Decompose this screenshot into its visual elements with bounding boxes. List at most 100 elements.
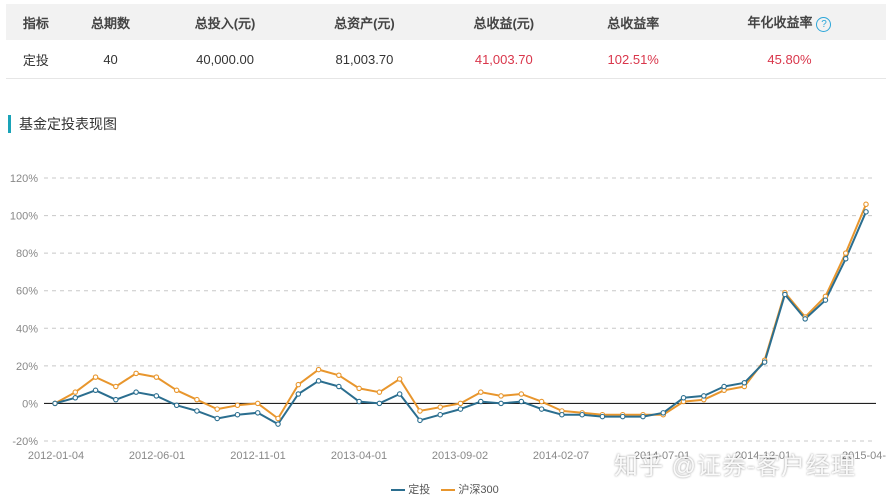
summary-data-row: 定投 40 40,000.00 81,003.70 41,003.70 102.… [6,40,886,79]
data-point-dingtou [701,393,707,399]
data-point-hs300 [478,389,484,395]
data-point-dingtou [417,417,423,424]
data-point-dingtou [478,398,484,405]
legend-item-dingtou[interactable]: 定投 [391,481,430,497]
data-point-hs300 [133,370,139,377]
performance-chart: -20% 0% 20% 40% 60% 80% 100% 120% 2012-01-04 201… [10,173,886,462]
data-point-hs300 [92,374,99,380]
data-point-hs300 [538,398,545,405]
data-point-dingtou [194,408,200,414]
header-total-assets: 总资产(元) [294,4,435,40]
header-total-input: 总投入(元) [155,4,295,40]
y-tick-label: 120% [10,173,38,185]
legend-label-hs300: 沪深300 [458,484,499,496]
data-point-dingtou [133,389,139,395]
cell-total-assets: 81,003.70 [294,40,435,79]
data-point-hs300 [356,385,362,392]
data-point-hs300 [275,415,281,422]
data-point-dingtou [356,398,362,405]
data-point-dingtou [255,410,261,416]
data-point-dingtou [842,256,849,262]
summary-header-row: 指标 总期数 总投入(元) 总资产(元) 总收益(元) 总收益率 年化收益率? [6,4,886,40]
data-point-dingtou [518,398,525,405]
data-point-dingtou [376,400,383,407]
y-tick-label: 40% [16,323,38,335]
data-point-hs300 [842,250,849,256]
data-point-hs300 [214,406,220,412]
cell-total-return: 102.51% [573,40,693,79]
data-point-hs300 [498,393,504,399]
legend-item-hs300[interactable]: 沪深300 [441,481,499,497]
data-point-dingtou [741,380,748,386]
data-point-dingtou [457,406,464,412]
legend-swatch-dingtou [391,489,406,492]
x-tick-label: 2012-11-01 [230,450,285,462]
data-point-dingtou [315,378,322,384]
data-point-hs300 [234,402,241,409]
data-point-dingtou [822,297,829,303]
data-point-dingtou [153,393,160,399]
help-icon[interactable]: ? [816,16,832,32]
y-tick-label: 80% [16,248,38,260]
data-point-hs300 [173,387,180,394]
summary-table: 指标 总期数 总投入(元) 总资产(元) 总收益(元) 总收益率 年化收益率? … [6,4,886,79]
data-point-hs300 [437,404,443,410]
header-indicator: 指标 [6,4,66,40]
data-point-dingtou [295,391,302,397]
data-point-hs300 [72,389,79,395]
chart-legend: 定投 沪深300 [0,481,890,497]
x-tick-label: 2013-04-01 [331,450,387,462]
y-tick-label: -20% [12,436,38,448]
data-point-dingtou [275,421,281,427]
data-point-dingtou [396,391,403,397]
data-point-dingtou [863,209,869,215]
chart-section-title: 基金定投表现图 [8,115,117,133]
data-point-dingtou [721,383,727,390]
data-point-hs300 [194,396,200,403]
data-point-hs300 [255,400,261,407]
cell-total-input: 40,000.00 [155,40,295,79]
watermark: 知乎 @证券-客户经理 [614,453,857,480]
x-tick-label: 2013-09-02 [432,450,488,462]
data-point-hs300 [336,372,342,379]
cell-indicator: 定投 [6,40,66,79]
legend-label-dingtou: 定投 [408,484,431,496]
cell-annual-return: 45.80% [692,40,886,79]
data-point-dingtou [761,359,768,365]
x-tick-label: 2012-01-04 [28,450,84,462]
cell-periods: 40 [65,40,156,79]
data-point-dingtou [234,411,241,418]
data-point-dingtou [214,415,220,422]
data-point-dingtou [92,387,99,394]
data-point-hs300 [518,391,525,397]
data-point-dingtou [538,406,545,412]
data-point-hs300 [153,374,160,380]
data-point-hs300 [863,201,869,208]
data-point-dingtou [660,410,666,416]
data-point-hs300 [417,408,423,414]
data-point-dingtou [498,400,504,407]
data-point-dingtou [336,383,342,390]
data-point-dingtou [680,395,687,401]
data-point-dingtou [173,402,180,409]
x-tick-label: 2012-06-01 [129,450,185,462]
x-tick-label: 2014-02-07 [533,450,589,462]
legend-swatch-hs300 [441,489,456,492]
data-point-hs300 [113,383,119,390]
header-total-profit: 总收益(元) [434,4,574,40]
header-periods: 总期数 [65,4,156,40]
header-annual-return: 年化收益率? [692,4,886,40]
data-point-dingtou [782,291,788,298]
data-point-hs300 [457,400,464,407]
data-point-dingtou [72,395,79,401]
data-point-dingtou [640,413,646,420]
data-point-dingtou [802,316,808,322]
data-point-dingtou [113,396,119,403]
header-annual-return-label: 年化收益率 [747,15,813,31]
data-point-dingtou [619,413,626,420]
y-tick-label: 60% [16,286,38,298]
data-point-hs300 [295,381,302,388]
header-total-return: 总收益率 [573,4,693,40]
data-point-dingtou [559,411,565,418]
data-point-dingtou [599,413,606,420]
